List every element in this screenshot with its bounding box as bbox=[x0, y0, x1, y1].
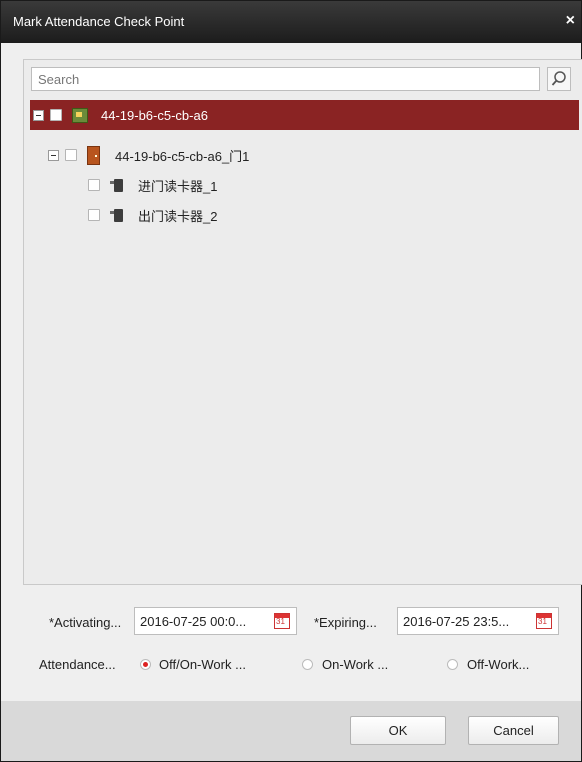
radio-off-work-label[interactable]: Off-Work... bbox=[467, 657, 529, 672]
door-checkbox[interactable] bbox=[65, 149, 77, 161]
search-box[interactable] bbox=[31, 67, 540, 91]
radio-on-work[interactable] bbox=[302, 659, 313, 670]
expiring-label: *Expiring... bbox=[314, 615, 377, 630]
activating-time-value: 2016-07-25 00:0... bbox=[140, 614, 247, 629]
cancel-button[interactable]: Cancel bbox=[468, 716, 559, 745]
collapse-icon[interactable] bbox=[48, 149, 59, 161]
tree-item-reader[interactable]: 进门读卡器_1 bbox=[88, 173, 217, 197]
search-button[interactable] bbox=[547, 67, 571, 91]
access-device-icon bbox=[72, 107, 88, 123]
expiring-time-value: 2016-07-25 23:5... bbox=[403, 614, 510, 629]
device-tree-panel: 44-19-b6-c5-cb-a6 44-19-b6-c5-cb-a6_门1 进… bbox=[23, 59, 582, 585]
tree-item-door[interactable]: 44-19-b6-c5-cb-a6_门1 bbox=[48, 143, 249, 167]
calendar-icon[interactable] bbox=[536, 613, 552, 629]
reader-label: 进门读卡器_1 bbox=[138, 178, 218, 194]
ok-button[interactable]: OK bbox=[350, 716, 446, 745]
dialog-title: Mark Attendance Check Point bbox=[13, 14, 185, 29]
radio-off-on-work[interactable] bbox=[140, 659, 151, 670]
close-icon[interactable]: × bbox=[566, 12, 575, 30]
radio-off-work[interactable] bbox=[447, 659, 458, 670]
reader-checkbox[interactable] bbox=[88, 179, 100, 191]
expiring-time-field[interactable]: 2016-07-25 23:5... bbox=[397, 607, 559, 635]
device-checkbox[interactable] bbox=[50, 109, 62, 121]
tree-item-device[interactable]: 44-19-b6-c5-cb-a6 bbox=[30, 100, 579, 130]
card-reader-icon bbox=[110, 178, 125, 192]
mark-attendance-dialog: Mark Attendance Check Point × 44-19-b6-c… bbox=[0, 0, 582, 762]
search-icon bbox=[551, 71, 566, 86]
collapse-icon[interactable] bbox=[33, 109, 44, 121]
door-label: 44-19-b6-c5-cb-a6_门1 bbox=[115, 148, 250, 164]
search-input[interactable] bbox=[32, 68, 539, 90]
calendar-icon[interactable] bbox=[274, 613, 290, 629]
radio-off-on-work-label[interactable]: Off/On-Work ... bbox=[159, 657, 246, 672]
door-icon bbox=[87, 145, 100, 165]
tree-item-reader[interactable]: 出门读卡器_2 bbox=[88, 203, 217, 227]
attendance-label: Attendance... bbox=[39, 657, 116, 672]
device-label: 44-19-b6-c5-cb-a6 bbox=[101, 107, 208, 123]
title-bar[interactable]: Mark Attendance Check Point × bbox=[1, 1, 581, 43]
reader-checkbox[interactable] bbox=[88, 209, 100, 221]
activating-label: *Activating... bbox=[49, 615, 122, 630]
dialog-footer: OK Cancel bbox=[1, 701, 581, 761]
card-reader-icon bbox=[110, 208, 125, 222]
reader-label: 出门读卡器_2 bbox=[138, 208, 218, 224]
activating-time-field[interactable]: 2016-07-25 00:0... bbox=[134, 607, 297, 635]
radio-on-work-label[interactable]: On-Work ... bbox=[322, 657, 388, 672]
